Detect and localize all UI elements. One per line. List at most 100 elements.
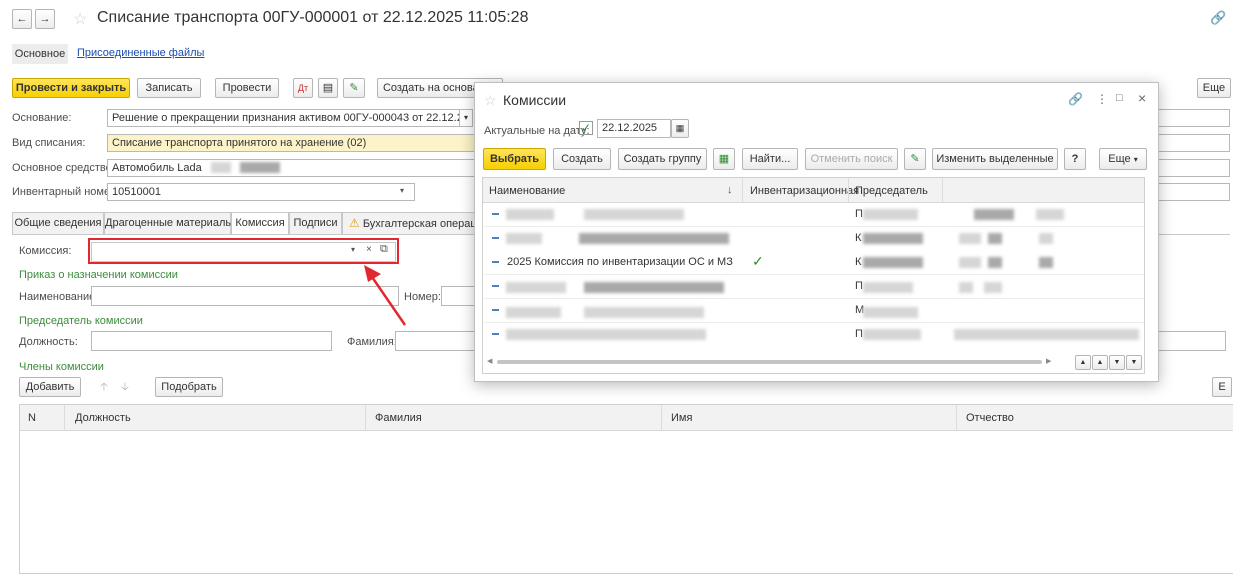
- forward-button[interactable]: →: [35, 9, 55, 29]
- annotation-arrow: [364, 265, 407, 326]
- more-button[interactable]: Еще: [1197, 78, 1231, 98]
- table-row[interactable]: П: [484, 322, 1144, 346]
- inv-field[interactable]: 10510001: [107, 183, 415, 201]
- scroll-right-icon[interactable]: ▶: [1046, 357, 1051, 365]
- right-field[interactable]: [1158, 109, 1230, 127]
- col-name[interactable]: Имя: [671, 407, 692, 429]
- redacted-text: [1036, 209, 1064, 220]
- table-row[interactable]: 2025 Комиссия по инвентаризации ОС и МЗ …: [484, 250, 1144, 275]
- col-sep: [742, 178, 743, 202]
- more-stub-button[interactable]: Е: [1212, 377, 1232, 397]
- col-position[interactable]: Должность: [75, 407, 131, 429]
- back-button[interactable]: ←: [12, 9, 32, 29]
- tab-signatures[interactable]: Подписи: [289, 212, 342, 234]
- chairman-initial: П: [855, 208, 863, 220]
- calendar-button[interactable]: ▦: [671, 119, 689, 138]
- help-button[interactable]: ?: [1064, 148, 1086, 170]
- inv-dropdown-icon[interactable]: ▾: [400, 186, 404, 195]
- position-label: Должность:: [19, 336, 78, 348]
- chairman-section-title: Председатель комиссии: [19, 315, 143, 327]
- pick-button[interactable]: Подобрать: [155, 377, 223, 397]
- add-button[interactable]: Добавить: [19, 377, 81, 397]
- tab-general[interactable]: Общие сведения: [12, 212, 104, 234]
- item-icon: [492, 333, 499, 335]
- dialog-maximize-icon[interactable]: □: [1116, 92, 1123, 104]
- commission-label: Комиссия:: [19, 245, 72, 257]
- dialog-more-button[interactable]: Еще ▾: [1099, 148, 1147, 170]
- col-name-header[interactable]: Наименование: [489, 185, 565, 197]
- page-title: Списание транспорта 00ГУ-000001 от 22.12…: [97, 9, 529, 26]
- nav-attached-files[interactable]: Присоединенные файлы: [77, 47, 204, 59]
- excel-icon[interactable]: ▦: [713, 148, 735, 170]
- scroll-first-icon[interactable]: ▲: [1075, 355, 1091, 370]
- create-button[interactable]: Создать: [553, 148, 611, 170]
- redacted-text: [1039, 233, 1053, 244]
- tab-commission[interactable]: Комиссия: [231, 212, 289, 235]
- members-section-title: Члены комиссии: [19, 361, 104, 373]
- move-down-icon[interactable]: 🡣: [121, 378, 129, 397]
- pencil-green-icon[interactable]: ✎: [904, 148, 926, 170]
- redacted-text: [506, 282, 566, 293]
- move-up-icon[interactable]: 🡡: [100, 378, 108, 397]
- table-row[interactable]: К: [484, 226, 1144, 251]
- date-field[interactable]: 22.12.2025: [597, 119, 671, 138]
- writeoff-label: Вид списания:: [12, 137, 86, 149]
- dt-kt-icon[interactable]: Дт: [293, 78, 313, 98]
- redacted-text: [584, 307, 704, 318]
- table-row[interactable]: М: [484, 298, 1144, 323]
- right-field[interactable]: [1158, 331, 1226, 351]
- scroll-left-icon[interactable]: ◀: [487, 357, 492, 365]
- horizontal-scrollbar[interactable]: [497, 360, 1042, 364]
- post-and-close-button[interactable]: Провести и закрыть: [12, 78, 130, 98]
- basis-field[interactable]: Решение о прекращении признания активом …: [107, 109, 460, 127]
- nav-main[interactable]: Основное: [12, 44, 68, 64]
- cancel-search-button[interactable]: Отменить поиск: [805, 148, 898, 170]
- dialog-title: Комиссии: [503, 92, 567, 108]
- right-field[interactable]: [1158, 159, 1230, 177]
- position-field[interactable]: [91, 331, 332, 351]
- document-icon[interactable]: ▤: [318, 78, 338, 98]
- right-field[interactable]: [1158, 134, 1230, 152]
- table-row[interactable]: П: [484, 274, 1144, 299]
- dialog-link-icon[interactable]: 🔗: [1068, 92, 1083, 106]
- col-chairman-header[interactable]: Председатель: [855, 185, 928, 197]
- col-patronymic[interactable]: Отчество: [966, 407, 1014, 429]
- tab-precious[interactable]: Драгоценные материалы: [104, 212, 233, 234]
- col-inventory-header[interactable]: Инвентаризационная: [750, 185, 859, 197]
- chevron-down-icon: ▾: [1133, 155, 1138, 164]
- date-checkbox[interactable]: ✓: [579, 121, 593, 135]
- save-button[interactable]: Записать: [137, 78, 201, 98]
- dialog-star-icon[interactable]: ☆: [484, 92, 497, 109]
- tab-accounting[interactable]: ⚠ Бухгалтерская операция: [342, 212, 489, 234]
- basis-dropdown[interactable]: ▾: [459, 109, 473, 127]
- col-n[interactable]: N: [28, 407, 36, 429]
- scroll-up-icon[interactable]: ▲: [1092, 355, 1108, 370]
- scroll-last-icon[interactable]: ▼: [1126, 355, 1142, 370]
- name-field[interactable]: [91, 286, 399, 306]
- col-sep: [365, 405, 366, 430]
- date-label: Актуальные на дату:: [484, 125, 590, 137]
- table-row[interactable]: П: [484, 202, 1144, 227]
- scroll-down-icon[interactable]: ▼: [1109, 355, 1125, 370]
- redacted-text: [984, 282, 1002, 293]
- redacted-text: [863, 257, 923, 268]
- dialog-menu-icon[interactable]: ⋮: [1096, 92, 1108, 106]
- change-selected-button[interactable]: Изменить выделенные: [932, 148, 1058, 170]
- members-table[interactable]: N Должность Фамилия Имя Отчество: [19, 404, 1233, 574]
- select-button[interactable]: Выбрать: [483, 148, 546, 170]
- writeoff-field[interactable]: Списание транспорта принятого на хранени…: [107, 134, 475, 152]
- create-group-button[interactable]: Создать группу: [618, 148, 707, 170]
- pencil-icon[interactable]: ✎: [343, 78, 365, 98]
- highlight-box: [88, 238, 399, 264]
- redacted-text: [863, 233, 923, 244]
- star-icon[interactable]: ☆: [73, 9, 87, 29]
- asset-field[interactable]: Автомобиль Lada: [107, 159, 475, 177]
- dialog-close-icon[interactable]: ×: [1138, 90, 1146, 106]
- surname-field[interactable]: [395, 331, 481, 351]
- col-surname[interactable]: Фамилия: [375, 407, 422, 429]
- post-button[interactable]: Провести: [215, 78, 279, 98]
- col-sep: [942, 178, 943, 202]
- find-button[interactable]: Найти...: [742, 148, 798, 170]
- right-field[interactable]: [1158, 183, 1230, 201]
- link-icon[interactable]: 🔗: [1210, 10, 1226, 26]
